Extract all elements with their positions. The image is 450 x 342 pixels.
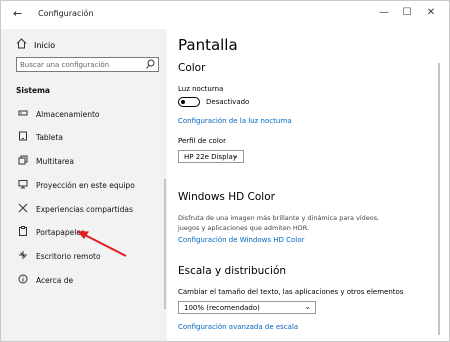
color-heading: Color xyxy=(178,62,206,74)
annotation-arrow-icon xyxy=(77,231,127,257)
search-input[interactable]: Buscar una configuración xyxy=(16,57,159,72)
shared-experiences-icon xyxy=(16,203,30,216)
advanced-scale-link[interactable]: Configuración avanzada de escala xyxy=(178,323,298,331)
sidebar-item-label: Almacenamiento xyxy=(36,109,100,119)
search-placeholder: Buscar una configuración xyxy=(20,61,110,69)
sidebar-section-title: Sistema xyxy=(16,86,50,95)
sidebar-item-label: Acerca de xyxy=(36,275,74,285)
sidebar-item-almacenamiento[interactable]: Almacenamiento xyxy=(16,107,100,121)
scale-size-dropdown[interactable]: 100% (recomendado) ⌄ xyxy=(178,301,316,314)
home-icon xyxy=(16,38,30,52)
window-title: Configuración xyxy=(38,9,94,18)
remote-desktop-icon xyxy=(16,250,30,263)
sidebar-home-label: Inicio xyxy=(34,40,56,50)
page-title: Pantalla xyxy=(178,36,238,54)
night-light-state: Desactivado xyxy=(206,98,250,106)
hd-color-heading: Windows HD Color xyxy=(178,191,275,203)
sidebar: Inicio Buscar una configuración Sistema … xyxy=(1,29,167,341)
back-arrow-icon[interactable]: ← xyxy=(13,7,22,20)
maximize-icon[interactable]: ☐ xyxy=(399,7,415,18)
info-icon xyxy=(16,274,30,287)
sidebar-item-proyeccion[interactable]: Proyección en este equipo xyxy=(16,178,135,192)
scale-heading: Escala y distribución xyxy=(178,265,287,277)
chevron-down-icon: ⌄ xyxy=(304,302,311,311)
sidebar-item-label: Multitarea xyxy=(36,156,74,166)
sidebar-home[interactable]: Inicio xyxy=(16,38,55,52)
tablet-icon xyxy=(16,131,30,144)
projection-icon xyxy=(16,179,30,192)
hd-color-description: Disfruta de una imagen más brillante y d… xyxy=(178,214,380,232)
sidebar-item-label: Tableta xyxy=(36,132,63,142)
close-icon[interactable]: ✕ xyxy=(423,7,439,18)
sidebar-item-tableta[interactable]: Tableta xyxy=(16,130,63,144)
main-scrollbar[interactable] xyxy=(438,63,440,335)
multitasking-icon xyxy=(16,155,30,168)
main-panel: Pantalla Color Luz nocturna Desactivado … xyxy=(167,29,449,341)
sidebar-item-experiencias[interactable]: Experiencias compartidas xyxy=(16,202,133,216)
color-profile-label: Perfil de color xyxy=(178,137,226,145)
night-light-label: Luz nocturna xyxy=(178,85,224,93)
sidebar-item-label: Experiencias compartidas xyxy=(36,204,133,214)
settings-window: ← Configuración — ☐ ✕ Inicio Buscar una … xyxy=(0,0,450,342)
night-light-settings-link[interactable]: Configuración de la luz nocturna xyxy=(178,117,292,125)
search-icon xyxy=(146,59,155,72)
minimize-icon[interactable]: — xyxy=(376,7,392,18)
title-bar: ← Configuración — ☐ ✕ xyxy=(1,1,449,29)
night-light-toggle[interactable] xyxy=(178,97,200,107)
scale-size-label: Cambiar el tamaño del texto, las aplicac… xyxy=(178,288,404,296)
toggle-knob xyxy=(181,100,185,104)
color-profile-dropdown[interactable]: HP 22e Display ⌄ xyxy=(178,150,244,163)
clipboard-icon xyxy=(16,225,30,239)
sidebar-scrollbar[interactable] xyxy=(164,179,166,309)
storage-icon xyxy=(16,108,30,121)
hd-color-settings-link[interactable]: Configuración de Windows HD Color xyxy=(178,236,304,244)
color-profile-value: HP 22e Display xyxy=(184,153,237,161)
scale-size-value: 100% (recomendado) xyxy=(184,304,260,312)
sidebar-item-label: Proyección en este equipo xyxy=(36,180,135,190)
sidebar-item-multitarea[interactable]: Multitarea xyxy=(16,154,74,168)
chevron-down-icon: ⌄ xyxy=(232,151,239,160)
sidebar-item-acerca-de[interactable]: Acerca de xyxy=(16,273,73,287)
